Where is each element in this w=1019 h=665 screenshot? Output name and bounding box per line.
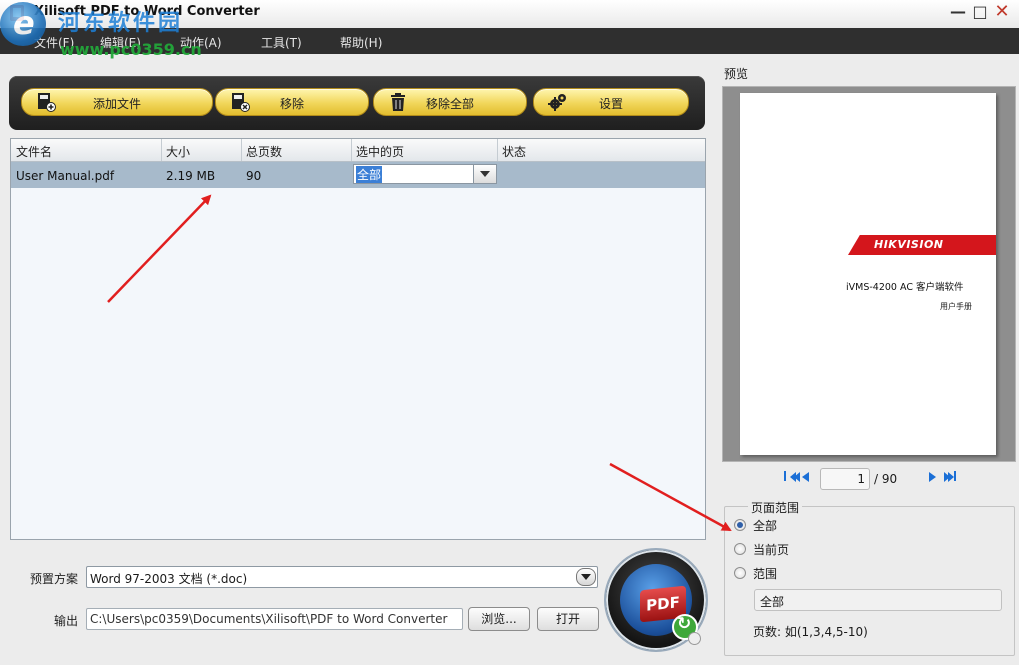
file-size-cell: 2.19 MB bbox=[166, 169, 216, 183]
column-divider[interactable] bbox=[161, 139, 162, 161]
preset-value: Word 97-2003 文档 (*.doc) bbox=[90, 572, 248, 586]
last-page-icon[interactable] bbox=[944, 471, 956, 482]
column-divider[interactable] bbox=[241, 139, 242, 161]
page-count-cell: 90 bbox=[246, 169, 262, 183]
radio-range-label[interactable]: 范围 bbox=[753, 565, 777, 582]
page-range-title: 页面范围 bbox=[748, 499, 803, 516]
document-subtitle: 用户手册 bbox=[940, 302, 972, 311]
chevron-down-icon[interactable] bbox=[473, 165, 496, 183]
table-header: 文件名 大小 总页数 选中的页 状态 bbox=[11, 139, 705, 162]
range-hint: 页数: 如(1,3,4,5-10) bbox=[753, 625, 868, 639]
column-divider[interactable] bbox=[351, 139, 352, 161]
menu-help[interactable]: 帮助(H) bbox=[340, 34, 382, 51]
file-name-cell: User Manual.pdf bbox=[16, 169, 115, 183]
document-title: iVMS-4200 AC 客户端软件 bbox=[846, 282, 964, 293]
menu-tools[interactable]: 工具(T) bbox=[261, 34, 302, 51]
add-file-label: 添加文件 bbox=[92, 97, 141, 111]
hikvision-logo: HIKVISION bbox=[874, 238, 944, 251]
output-path-value: C:\Users\pc0359\Documents\Xilisoft\PDF t… bbox=[90, 612, 448, 626]
remove-button[interactable]: 移除 bbox=[215, 88, 369, 116]
output-label: 输出 bbox=[54, 614, 79, 628]
minimize-button[interactable]: — bbox=[948, 2, 968, 22]
settings-button[interactable]: 设置 bbox=[533, 88, 689, 116]
page-number-value: 1 bbox=[857, 472, 865, 486]
column-divider[interactable] bbox=[497, 139, 498, 161]
chevron-down-icon[interactable] bbox=[576, 568, 596, 586]
open-button[interactable]: 打开 bbox=[537, 607, 599, 631]
column-header-size[interactable]: 大小 bbox=[166, 143, 190, 160]
radio-range[interactable] bbox=[734, 567, 746, 579]
column-header-name[interactable]: 文件名 bbox=[16, 143, 52, 160]
browse-button[interactable]: 浏览... bbox=[468, 607, 530, 631]
preset-dropdown[interactable]: Word 97-2003 文档 (*.doc) bbox=[86, 566, 598, 588]
remove-label: 移除 bbox=[279, 97, 304, 111]
preset-label: 预置方案 bbox=[30, 572, 79, 586]
close-button[interactable]: ✕ bbox=[992, 2, 1012, 22]
page-total: / 90 bbox=[874, 472, 898, 486]
convert-icon: PDF bbox=[620, 564, 698, 640]
output-path-field[interactable]: C:\Users\pc0359\Documents\Xilisoft\PDF t… bbox=[86, 608, 463, 630]
brand-banner: HIKVISION bbox=[848, 235, 996, 255]
remove-all-label: 移除全部 bbox=[425, 97, 474, 111]
range-input[interactable]: 全部 bbox=[754, 589, 1002, 611]
watermark-logo-icon bbox=[0, 2, 46, 46]
watermark-url: www.pc0359.cn bbox=[60, 40, 202, 59]
maximize-button[interactable]: □ bbox=[970, 2, 990, 22]
column-header-status[interactable]: 状态 bbox=[502, 143, 526, 160]
add-file-button[interactable]: 添加文件 bbox=[21, 88, 213, 116]
radio-all[interactable] bbox=[734, 519, 746, 531]
settings-label: 设置 bbox=[598, 97, 623, 111]
preview-label: 预览 bbox=[724, 67, 749, 81]
preview-page: HIKVISION iVMS-4200 AC 客户端软件 用户手册 bbox=[740, 93, 996, 455]
previous-page-icon[interactable] bbox=[800, 471, 812, 483]
first-page-icon[interactable] bbox=[784, 471, 800, 482]
preview-pane: HIKVISION iVMS-4200 AC 客户端软件 用户手册 bbox=[722, 86, 1016, 462]
table-row[interactable]: User Manual.pdf 2.19 MB 90 全部 bbox=[11, 162, 705, 188]
file-table: 文件名 大小 总页数 选中的页 状态 User Manual.pdf 2.19 … bbox=[10, 138, 706, 540]
selected-pages-value: 全部 bbox=[356, 166, 383, 183]
range-input-value: 全部 bbox=[760, 595, 785, 609]
radio-all-label[interactable]: 全部 bbox=[753, 517, 777, 534]
selected-pages-dropdown[interactable]: 全部 bbox=[353, 164, 497, 184]
radio-current-page[interactable] bbox=[734, 543, 746, 555]
radio-current-page-label[interactable]: 当前页 bbox=[753, 541, 789, 558]
resize-grip-icon bbox=[688, 632, 701, 645]
next-page-icon[interactable] bbox=[927, 471, 939, 483]
watermark-text: 河东软件园 bbox=[58, 10, 184, 36]
toolbar: 添加文件 移除 移除全部 设置 bbox=[9, 76, 705, 130]
column-header-pages[interactable]: 总页数 bbox=[246, 143, 282, 160]
page-number-input[interactable]: 1 bbox=[820, 468, 870, 490]
remove-all-button[interactable]: 移除全部 bbox=[373, 88, 527, 116]
column-header-selected[interactable]: 选中的页 bbox=[356, 143, 404, 160]
